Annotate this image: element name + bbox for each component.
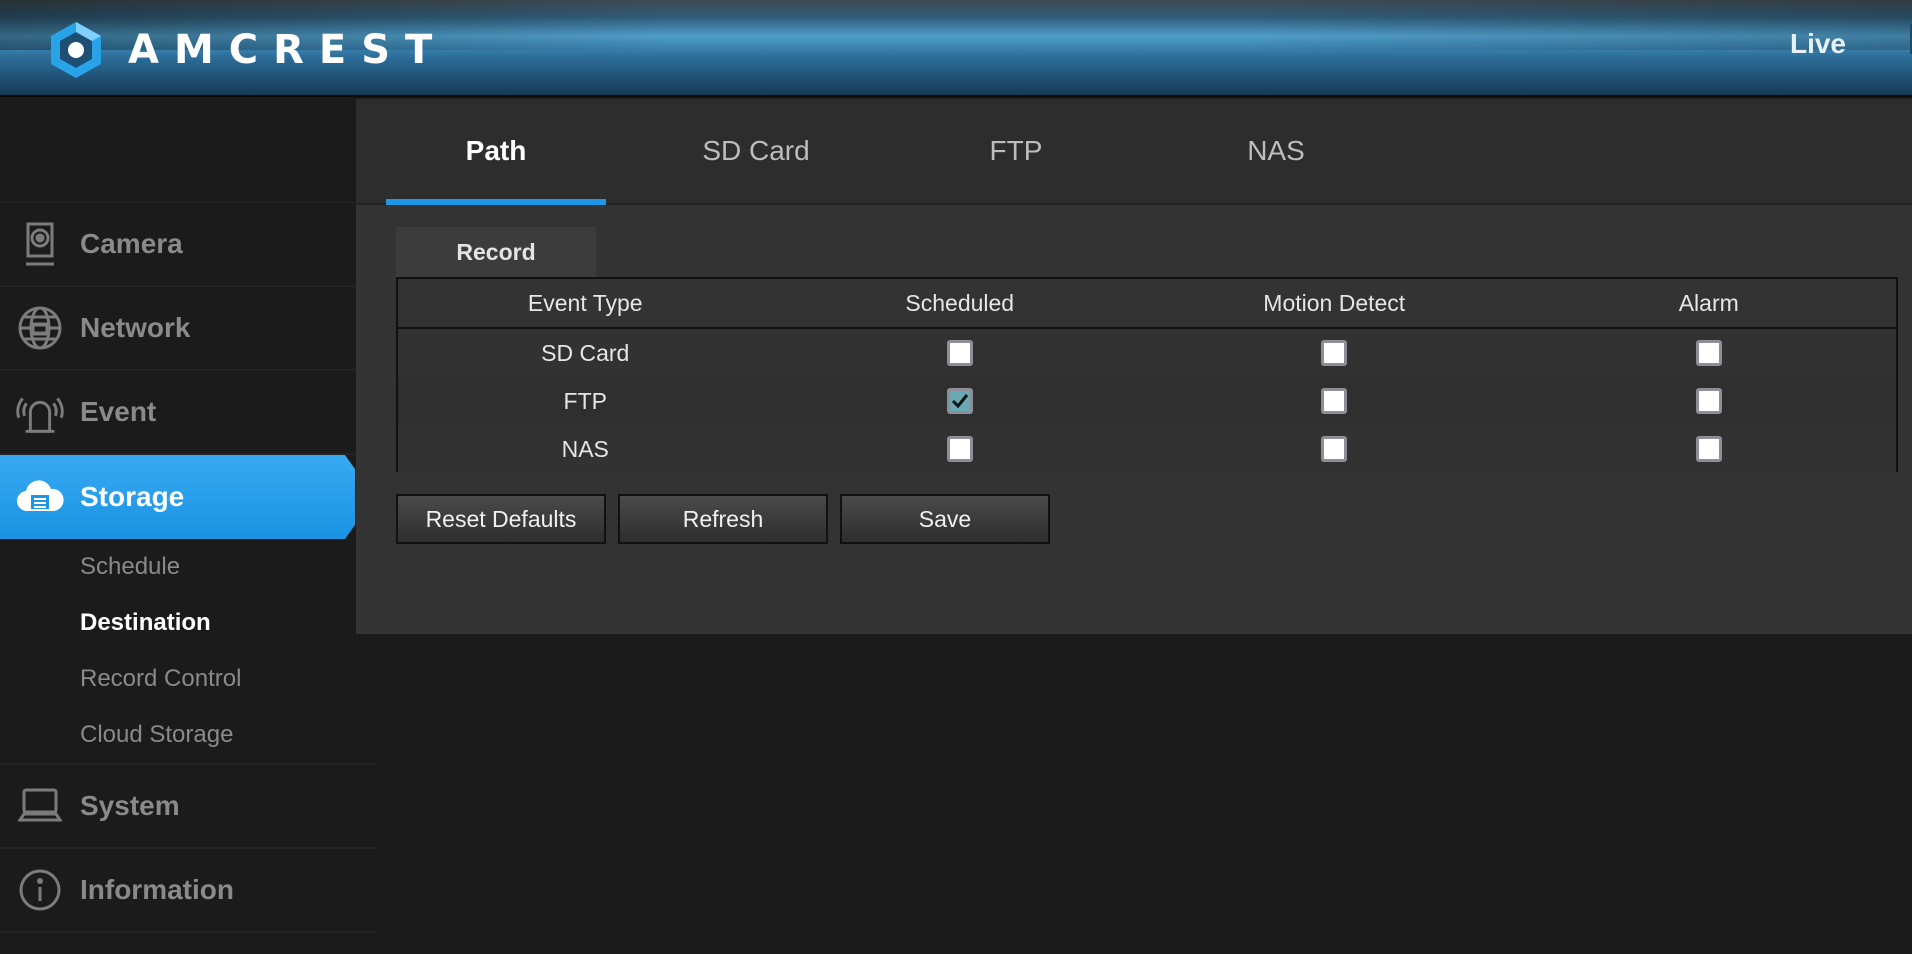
tab-nas[interactable]: NAS	[1166, 99, 1386, 203]
amcrest-logo: AMCREST	[48, 20, 447, 80]
table-row: SD Card	[398, 329, 1896, 377]
checkbox-cell	[1147, 388, 1522, 414]
tab-ftp[interactable]: FTP	[906, 99, 1126, 203]
checkbox-cell	[773, 388, 1148, 414]
motion-detect-checkbox[interactable]	[1321, 388, 1348, 414]
alarm-checkbox[interactable]	[1695, 340, 1722, 366]
column-header-event-type: Event Type	[527, 289, 643, 316]
sidebar-item-network[interactable]: Network	[0, 287, 375, 371]
scheduled-checkbox[interactable]	[946, 436, 973, 462]
motion-detect-checkbox[interactable]	[1321, 436, 1348, 462]
save-button[interactable]: Save	[840, 494, 1050, 544]
logo-wordmark: AMCREST	[128, 27, 448, 73]
motion-detect-checkbox[interactable]	[1321, 340, 1348, 366]
event-type-cell: SD Card	[541, 339, 630, 366]
checkbox-cell	[1522, 388, 1897, 414]
scheduled-checkbox[interactable]	[946, 388, 973, 414]
sidebar-item-label: Network	[80, 312, 191, 343]
checkbox-cell	[1147, 340, 1522, 366]
sidebar-item-label: Storage	[80, 481, 185, 512]
alarm-siren-icon	[14, 386, 66, 438]
submenu-item-record-control[interactable]: Record Control	[0, 651, 375, 707]
column-header-alarm: Alarm	[1678, 289, 1739, 316]
sidebar-item-camera[interactable]: Camera	[0, 203, 375, 287]
event-type-cell: FTP	[563, 387, 607, 414]
sidebar-item-information[interactable]: Information	[0, 849, 375, 933]
tab-bar: Path SD Card FTP NAS	[356, 99, 1912, 205]
alarm-checkbox[interactable]	[1695, 388, 1722, 414]
sidebar-item-storage[interactable]: Storage	[0, 455, 355, 539]
alarm-checkbox[interactable]	[1695, 436, 1722, 462]
table-header: Event Type Scheduled Motion Detect Alarm	[398, 279, 1896, 329]
table-body: SD Card FTP NAS	[398, 329, 1896, 473]
submenu-item-destination[interactable]: Destination	[0, 595, 375, 651]
checkbox-cell	[1522, 436, 1897, 462]
sidebar: Camera Network Event Storage Schedule De…	[0, 99, 375, 954]
sidebar-item-label: Camera	[80, 228, 183, 259]
table-row: FTP	[398, 377, 1896, 425]
info-icon	[14, 864, 66, 916]
table-row: NAS	[398, 425, 1896, 473]
network-globe-icon	[14, 302, 66, 354]
record-section-tab: Record	[396, 227, 596, 277]
live-view-link[interactable]: Live	[1790, 28, 1846, 60]
sidebar-spacer	[0, 99, 375, 203]
computer-icon	[14, 780, 66, 832]
top-header: AMCREST Live	[0, 0, 1912, 97]
camera-icon	[14, 218, 66, 270]
checkbox-cell	[1522, 340, 1897, 366]
event-type-cell: NAS	[561, 435, 609, 462]
column-header-scheduled: Scheduled	[905, 289, 1015, 316]
cloud-storage-icon	[14, 471, 66, 523]
tab-sd-card[interactable]: SD Card	[646, 99, 866, 203]
checkmark-icon	[951, 394, 968, 409]
submenu-item-cloud-storage[interactable]: Cloud Storage	[0, 707, 375, 763]
submenu-item-schedule[interactable]: Schedule	[0, 539, 375, 595]
checkbox-cell	[773, 340, 1148, 366]
reset-defaults-button[interactable]: Reset Defaults	[396, 494, 606, 544]
main-panel: Path SD Card FTP NAS Record Event Type S…	[356, 99, 1912, 634]
checkbox-cell	[1147, 436, 1522, 462]
sidebar-item-system[interactable]: System	[0, 765, 375, 849]
amcrest-logo-icon	[51, 22, 101, 78]
action-buttons: Reset Defaults Refresh Save	[396, 494, 1050, 544]
storage-submenu: Schedule Destination Record Control Clou…	[0, 539, 375, 765]
sidebar-item-event[interactable]: Event	[0, 371, 375, 455]
scheduled-checkbox[interactable]	[946, 340, 973, 366]
sidebar-item-label: Event	[80, 396, 157, 427]
column-header-motion-detect: Motion Detect	[1263, 289, 1406, 316]
sidebar-item-label: System	[80, 790, 180, 821]
tab-path[interactable]: Path	[386, 99, 606, 205]
record-path-table: Event Type Scheduled Motion Detect Alarm…	[396, 277, 1898, 473]
checkbox-cell	[773, 436, 1148, 462]
sidebar-item-label: Information	[80, 874, 234, 905]
refresh-button[interactable]: Refresh	[618, 494, 828, 544]
